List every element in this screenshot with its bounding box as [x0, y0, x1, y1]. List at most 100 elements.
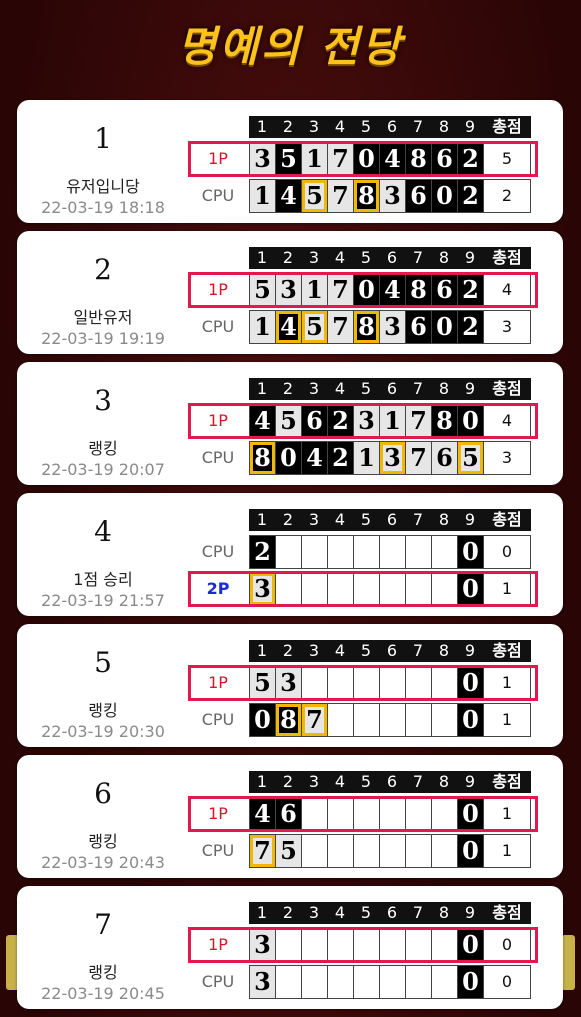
record-date: 22-03-19 20:30 [41, 722, 165, 741]
column-header: 8 [431, 116, 457, 138]
digit-cell [431, 535, 457, 569]
cpu-row: CPU 1 4 5 7 8 3 6 0 2 3 [189, 310, 541, 344]
column-header: 7 [405, 902, 431, 924]
column-header: 5 [353, 640, 379, 662]
side-tab-right[interactable] [561, 935, 575, 990]
player-name: 일반유저 [73, 308, 133, 327]
column-header: 3 [301, 509, 327, 531]
column-header: 5 [353, 378, 379, 400]
record-card[interactable]: 3 랭킹 22-03-19 20:07 1 2 3 4 5 6 7 8 9 총점 1P 4 5 6 2 3 1 7 8 0 4… [17, 362, 563, 485]
record-info: 7 랭킹 22-03-19 20:45 [17, 886, 189, 1009]
digit-cell: 4 [249, 404, 275, 438]
column-header: 9 [457, 247, 483, 269]
record-card[interactable]: 5 랭킹 22-03-19 20:30 1 2 3 4 5 6 7 8 9 총점 1P 5 3 0 1 CPU 0 8 7… [17, 624, 563, 747]
column-header: 2 [275, 378, 301, 400]
digit-cell [327, 572, 353, 606]
record-date: 22-03-19 20:45 [41, 984, 165, 1003]
digit-cell [353, 572, 379, 606]
row-label: 1P [208, 935, 228, 954]
total-score: 3 [483, 310, 531, 344]
digit-cell: 5 [275, 404, 301, 438]
digit-cell: 7 [327, 273, 353, 307]
record-card[interactable]: 6 랭킹 22-03-19 20:43 1 2 3 4 5 6 7 8 9 총점 1P 4 6 0 1 CPU 7 5 0… [17, 755, 563, 878]
digit-cell: 7 [249, 834, 275, 868]
rank-number: 5 [94, 646, 112, 679]
digit-cell: 1 [249, 179, 275, 213]
digit-cells: 3517048625 [249, 142, 531, 176]
digit-cell [327, 965, 353, 999]
digit-cell: 0 [353, 142, 379, 176]
digit-cell: 6 [405, 310, 431, 344]
record-card[interactable]: 4 1점 승리 22-03-19 21:57 1 2 3 4 5 6 7 8 9 총점 CPU 2 0 0 2P 3… [17, 493, 563, 616]
column-header: 4 [327, 378, 353, 400]
digit-cell: 0 [457, 535, 483, 569]
digit-cell: 0 [457, 797, 483, 831]
cpu-row: CPU 2 0 0 [189, 535, 541, 569]
digit-cell [353, 834, 379, 868]
digit-cell [301, 797, 327, 831]
digit-cell: 7 [405, 404, 431, 438]
column-header: 6 [379, 247, 405, 269]
record-card[interactable]: 2 일반유저 22-03-19 19:19 1 2 3 4 5 6 7 8 9 총점 1P 5 3 1 7 0 4 8 6… [17, 231, 563, 354]
digit-cell: 3 [379, 179, 405, 213]
digit-cell: 0 [457, 404, 483, 438]
digit-cell [431, 834, 457, 868]
digit-cells: 2 00 [249, 535, 531, 569]
digit-cell [431, 928, 457, 962]
column-header-row: 1 2 3 4 5 6 7 8 9 총점 [249, 378, 531, 400]
digit-cell: 8 [431, 404, 457, 438]
digit-cell [379, 666, 405, 700]
column-header: 5 [353, 247, 379, 269]
rank-number: 2 [94, 253, 112, 286]
digit-cell [301, 535, 327, 569]
column-header: 3 [301, 247, 327, 269]
digit-cell [405, 834, 431, 868]
digit-cell [353, 928, 379, 962]
digit-cell: 5 [249, 666, 275, 700]
digit-cells: 75 01 [249, 834, 531, 868]
digit-cell: 7 [327, 142, 353, 176]
digit-cells: 3 01 [249, 572, 531, 606]
digit-cell [353, 535, 379, 569]
record-info: 3 랭킹 22-03-19 20:07 [17, 362, 189, 485]
digit-cell: 0 [249, 703, 275, 737]
digit-cell: 2 [457, 310, 483, 344]
record-card[interactable]: 1 유저입니당 22-03-19 18:18 1 2 3 4 5 6 7 8 9 총점 1P 3 5 1 7 0 4 8… [17, 100, 563, 223]
column-header: 7 [405, 640, 431, 662]
digit-cells: 53 01 [249, 666, 531, 700]
column-header: 8 [431, 902, 457, 924]
column-header: 2 [275, 509, 301, 531]
record-date: 22-03-19 19:19 [41, 329, 165, 348]
digit-cell: 6 [431, 142, 457, 176]
digit-cell [379, 965, 405, 999]
digit-cell: 6 [405, 179, 431, 213]
column-header: 7 [405, 509, 431, 531]
row-label: CPU [201, 186, 235, 205]
record-date: 22-03-19 18:18 [41, 198, 165, 217]
row-label: CPU [201, 448, 235, 467]
row-label: 1P [208, 673, 228, 692]
column-header: 1 [249, 116, 275, 138]
total-header: 총점 [483, 116, 531, 138]
digit-cell: 3 [249, 965, 275, 999]
record-date: 22-03-19 20:43 [41, 853, 165, 872]
digit-cells: 46 01 [249, 797, 531, 831]
column-header: 1 [249, 771, 275, 793]
digit-cell [301, 928, 327, 962]
digit-cell: 2 [457, 273, 483, 307]
row-label: CPU [201, 317, 235, 336]
digit-cell: 2 [457, 179, 483, 213]
header: 명예의 전당 [0, 0, 581, 94]
digit-cell: 3 [379, 310, 405, 344]
digit-cell [327, 928, 353, 962]
digit-cell: 0 [275, 441, 301, 475]
column-header-row: 1 2 3 4 5 6 7 8 9 총점 [249, 509, 531, 531]
digit-cell: 2 [249, 535, 275, 569]
digit-cell: 4 [379, 273, 405, 307]
column-header: 4 [327, 902, 353, 924]
digit-cell: 7 [327, 310, 353, 344]
column-header: 8 [431, 378, 457, 400]
digit-cell: 1 [353, 441, 379, 475]
record-card[interactable]: 7 랭킹 22-03-19 20:45 1 2 3 4 5 6 7 8 9 총점 1P 3 0 0 CPU 3 0 0 [17, 886, 563, 1009]
digit-cell: 6 [431, 273, 457, 307]
